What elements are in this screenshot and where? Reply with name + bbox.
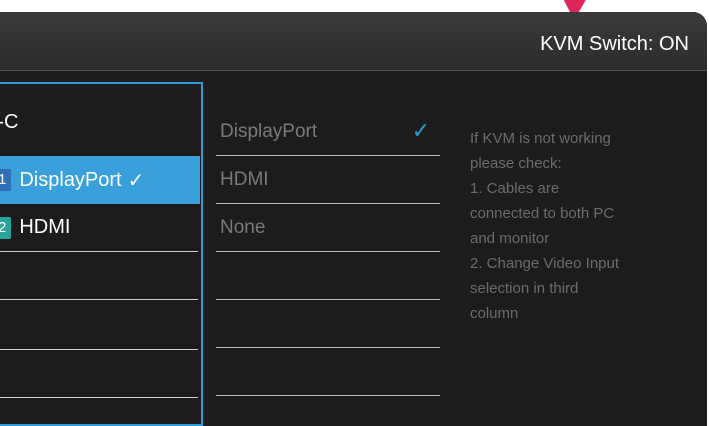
input-item-label: HDMI [19, 216, 71, 238]
kvm-switch-status: KVM Switch: ON [540, 33, 689, 55]
input-item-label: B-C [0, 110, 19, 133]
help-line: 1. Cables are [470, 180, 560, 197]
video-input-empty [216, 348, 440, 396]
tag-b2: B2 [0, 216, 12, 239]
video-input-empty [216, 300, 440, 348]
checkmark-icon: ✓ [127, 169, 145, 192]
input-column: B-C B1 DisplayPort ✓ B2 HDMI [0, 82, 203, 426]
input-item-empty [0, 302, 198, 350]
osd-menu: KVM Switch: ON B-C B1 DisplayPort ✓ B2 H… [0, 12, 707, 426]
input-item-empty [0, 252, 198, 300]
help-text: If KVM is not working please check: 1. C… [470, 126, 680, 326]
help-line: please check: [470, 155, 562, 172]
input-item-empty [0, 350, 198, 398]
help-line: 2. Change Video Input [470, 255, 620, 272]
help-line: and monitor [470, 230, 550, 247]
tag-b1: B1 [0, 169, 12, 191]
help-line: selection in third [470, 280, 579, 297]
osd-header: KVM Switch: ON [0, 12, 707, 71]
video-input-displayport[interactable]: DisplayPort ✓ [216, 108, 440, 156]
help-line: connected to both PC [470, 205, 615, 222]
input-item-usbc[interactable]: B-C [0, 98, 182, 146]
video-input-hdmi[interactable]: HDMI [216, 156, 440, 204]
video-input-none[interactable]: None [216, 204, 440, 252]
input-item-label: DisplayPort [19, 168, 122, 191]
input-item-displayport[interactable]: B1 DisplayPort ✓ [0, 156, 200, 204]
video-input-label: DisplayPort [220, 120, 318, 142]
video-input-empty [216, 252, 440, 300]
checkmark-icon: ✓ [411, 118, 430, 143]
video-input-label: HDMI [220, 168, 269, 190]
video-input-label: None [220, 216, 266, 238]
input-item-hdmi[interactable]: B2 HDMI [0, 204, 198, 252]
help-line: If KVM is not working [470, 130, 611, 147]
help-line: column [470, 305, 519, 322]
